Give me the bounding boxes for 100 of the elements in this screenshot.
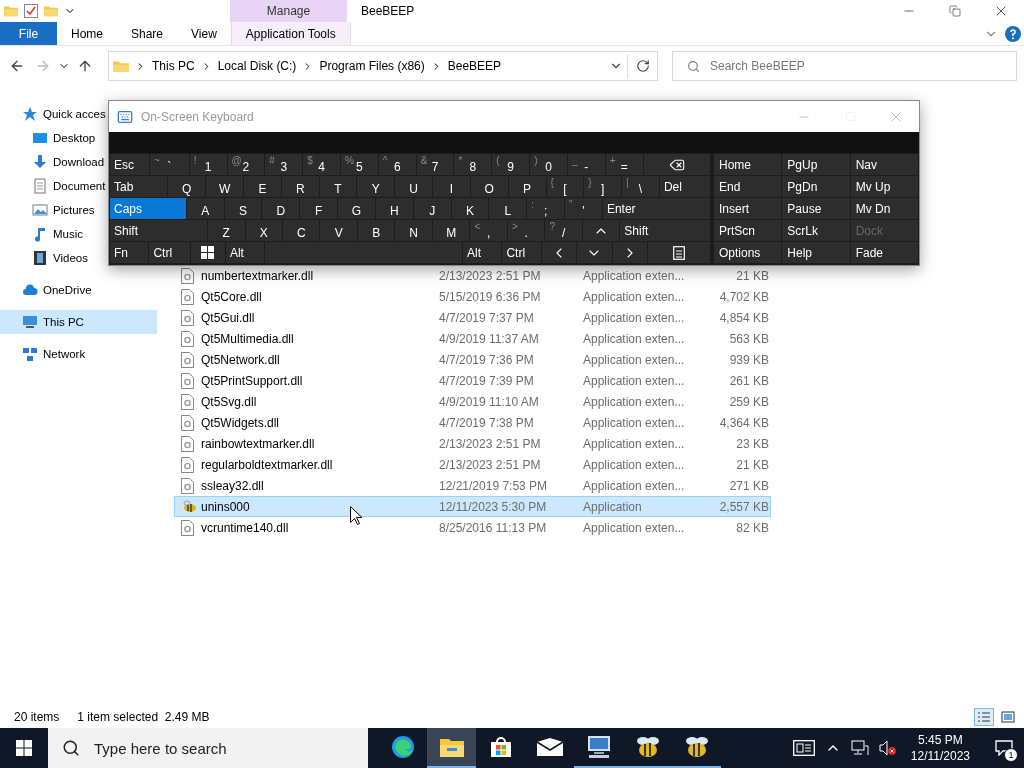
- up-icon[interactable]: [77, 58, 93, 74]
- key[interactable]: Fade: [850, 242, 918, 263]
- file-row[interactable]: Qt5PrintSupport.dll 4/7/2019 7:39 PM Application exten... 261 KB: [174, 370, 771, 391]
- key[interactable]: T: [319, 176, 357, 197]
- restore-icon[interactable]: [949, 5, 961, 17]
- nav-item[interactable]: This PC: [0, 310, 157, 334]
- key[interactable]: U: [395, 176, 433, 197]
- key[interactable]: Alt: [225, 242, 265, 263]
- key[interactable]: Ctrl: [149, 242, 190, 263]
- ribbon-tab[interactable]: Share: [117, 22, 178, 45]
- key[interactable]: K: [451, 198, 489, 219]
- key[interactable]: Caps: [110, 198, 186, 219]
- key[interactable]: * 8: [454, 154, 492, 175]
- file-row[interactable]: numbertextmarker.dll 2/13/2023 2:51 PM Application exten... 21 KB: [174, 265, 771, 286]
- file-row[interactable]: vcruntime140.dll 8/25/2016 11:13 PM Application exten... 82 KB: [174, 517, 771, 538]
- key[interactable]: & 7: [416, 154, 454, 175]
- file-row[interactable]: Qt5Core.dll 5/15/2019 6:36 PM Application exten... 4,702 KB: [174, 286, 771, 307]
- key[interactable]: W: [206, 176, 243, 197]
- key[interactable]: PgDn: [782, 176, 850, 197]
- key[interactable]: Mv Up: [850, 176, 918, 197]
- key[interactable]: Fn: [110, 242, 149, 263]
- breadcrumb[interactable]: This PC: [152, 59, 195, 73]
- file-row[interactable]: rainbowtextmarker.dll 2/13/2023 2:51 PM Application exten... 23 KB: [174, 433, 771, 454]
- breadcrumb[interactable]: Local Disk (C:): [217, 59, 297, 73]
- back-icon[interactable]: [9, 58, 25, 74]
- key[interactable]: ( 9: [492, 154, 530, 175]
- key[interactable]: J: [413, 198, 451, 219]
- news-icon[interactable]: [792, 740, 815, 756]
- file-row[interactable]: regularboldtextmarker.dll 2/13/2023 2:51 PM Application exten... 21 KB: [174, 454, 771, 475]
- file-row[interactable]: unins000 12/11/2023 5:30 PM Application 2,557 KB: [174, 496, 771, 517]
- taskbar-search-field[interactable]: Type here to search: [48, 728, 368, 768]
- key[interactable]: H: [375, 198, 413, 219]
- key[interactable]: R: [281, 176, 319, 197]
- key[interactable]: End: [714, 176, 782, 197]
- network-icon[interactable]: [850, 740, 869, 756]
- key[interactable]: Q: [168, 176, 206, 197]
- key[interactable]: Home: [714, 154, 782, 175]
- key[interactable]: P: [508, 176, 546, 197]
- ribbon-tab[interactable]: Application Tools: [230, 22, 351, 45]
- key[interactable]: Del: [659, 176, 710, 197]
- refresh-icon[interactable]: [635, 59, 650, 73]
- key[interactable]: ~ `: [150, 154, 189, 175]
- clock[interactable]: 5:45 PM 12/11/2023: [906, 732, 974, 764]
- key[interactable]: Options: [714, 242, 782, 263]
- key[interactable]: X: [245, 220, 282, 241]
- key[interactable]: + =: [605, 154, 643, 175]
- key[interactable]: _ -: [567, 154, 605, 175]
- file-row[interactable]: ssleay32.dll 12/21/2019 7:53 PM Application exten... 271 KB: [174, 475, 771, 496]
- key[interactable]: Alt: [463, 242, 502, 263]
- key[interactable]: ? /: [545, 220, 582, 241]
- checklist-icon[interactable]: [24, 4, 38, 18]
- key[interactable]: Shift: [110, 220, 207, 241]
- file-row[interactable]: Qt5Multimedia.dll 4/9/2019 11:37 AM Application exten... 563 KB: [174, 328, 771, 349]
- ribbon-tab[interactable]: File: [0, 22, 57, 45]
- key[interactable]: { [: [546, 176, 584, 197]
- help-icon[interactable]: [1005, 26, 1021, 42]
- key[interactable]: Pause: [782, 198, 850, 219]
- file-row[interactable]: Qt5Widgets.dll 4/7/2019 7:38 PM Application exten... 4,364 KB: [174, 412, 771, 433]
- key[interactable]: Tab: [110, 176, 168, 197]
- key[interactable]: N: [395, 220, 432, 241]
- key[interactable]: @2: [227, 154, 265, 175]
- file-row[interactable]: Qt5Svg.dll 4/9/2019 11:10 AM Application exten... 259 KB: [174, 391, 771, 412]
- search-field[interactable]: Search BeeBEEP: [672, 51, 1017, 81]
- key[interactable]: " ': [565, 198, 602, 219]
- breadcrumb[interactable]: Program Files (x86): [319, 59, 425, 73]
- ribbon-tab[interactable]: Home: [57, 22, 117, 45]
- notifications-icon[interactable]: [995, 740, 1013, 756]
- key[interactable]: D: [262, 198, 300, 219]
- key[interactable]: Z: [208, 220, 245, 241]
- key[interactable]: Shift: [620, 220, 711, 241]
- details-view-icon[interactable]: [977, 711, 991, 723]
- key[interactable]: E: [244, 176, 281, 197]
- key[interactable]: Nav: [850, 154, 918, 175]
- key[interactable]: S: [224, 198, 262, 219]
- key[interactable]: A: [186, 198, 224, 219]
- key[interactable]: $ 4: [303, 154, 340, 175]
- breadcrumb[interactable]: BeeBEEP: [447, 59, 502, 73]
- key[interactable]: O: [470, 176, 508, 197]
- key[interactable]: # 3: [265, 154, 303, 175]
- key[interactable]: ) 0: [530, 154, 567, 175]
- address-bar[interactable]: This PC Local Disk (C:) Program Files (x86) BeeBEEP: [108, 51, 658, 81]
- key[interactable]: M: [432, 220, 470, 241]
- file-row[interactable]: Qt5Network.dll 4/7/2019 7:36 PM Application exten... 939 KB: [174, 349, 771, 370]
- large-icons-view-icon[interactable]: [1001, 711, 1015, 723]
- key[interactable]: < ,: [470, 220, 507, 241]
- key[interactable]: % 5: [341, 154, 378, 175]
- key[interactable]: Mv Dn: [850, 198, 918, 219]
- file-row[interactable]: Qt5Gui.dll 4/7/2019 7:37 PM Application exten... 4,854 KB: [174, 307, 771, 328]
- nav-item[interactable]: OneDrive: [0, 278, 157, 302]
- key[interactable]: > .: [507, 220, 545, 241]
- key[interactable]: Help: [782, 242, 850, 263]
- key[interactable]: Insert: [714, 198, 782, 219]
- key[interactable]: G: [338, 198, 375, 219]
- nav-item[interactable]: Network: [0, 342, 157, 366]
- volume-muted-icon[interactable]: [878, 740, 897, 756]
- key[interactable]: B: [357, 220, 395, 241]
- key[interactable]: L: [489, 198, 527, 219]
- key[interactable]: PgUp: [782, 154, 850, 175]
- key[interactable]: I: [433, 176, 470, 197]
- taskbar-app-button[interactable]: [427, 728, 476, 768]
